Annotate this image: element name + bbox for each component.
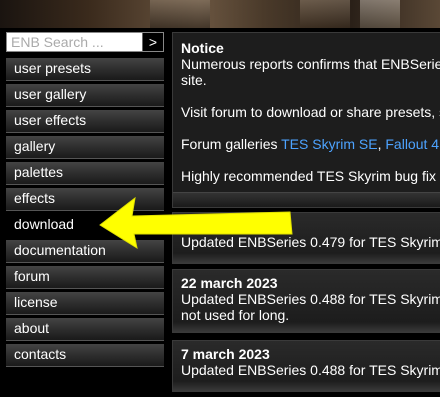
notice-title: Notice — [181, 40, 224, 56]
news-text: Updated ENBSeries 0.488 for TES Skyrim — [181, 362, 440, 378]
nav-item-documentation[interactable]: documentation — [6, 240, 164, 263]
news-text: Updated ENBSeries 0.488 for TES Skyrim — [181, 291, 440, 307]
news-item: 7 march 2023 Updated ENBSeries 0.488 for… — [172, 340, 440, 392]
nav-item-about[interactable]: about — [6, 318, 164, 341]
news-item: 22 march 2023 Updated ENBSeries 0.488 fo… — [172, 269, 440, 333]
nav-item-download[interactable]: download — [6, 214, 164, 237]
news-date: 22 march 2023 — [181, 275, 278, 291]
notice-text: Forum galleries — [181, 136, 282, 152]
notice-text: site. — [181, 72, 207, 88]
news-text: not used for long. — [181, 307, 290, 323]
notice-divider — [173, 192, 440, 207]
search-box: > — [6, 32, 164, 52]
notice-text: Highly recommended TES Skyrim bug fix e — [181, 168, 440, 184]
news-item: 26 march 2023 Updated ENBSeries 0.479 fo… — [172, 212, 440, 264]
link-fallout-4[interactable]: Fallout 4 — [385, 136, 439, 152]
news-date: 26 march 2023 — [181, 218, 278, 234]
link-tes-skyrim-se[interactable]: TES Skyrim SE — [281, 136, 377, 152]
nav-item-palettes[interactable]: palettes — [6, 162, 164, 185]
sidebar: > user presets user gallery user effects… — [0, 28, 170, 397]
search-button[interactable]: > — [142, 33, 163, 51]
banner-art — [150, 0, 210, 28]
main-nav: user presets user gallery user effects g… — [6, 58, 164, 370]
notice-forum-line: Forum galleries TES Skyrim SE, Fallout 4… — [181, 136, 440, 152]
nav-item-user-effects[interactable]: user effects — [6, 110, 164, 133]
nav-item-forum[interactable]: forum — [6, 266, 164, 289]
notice-text: Visit forum to download or share presets… — [181, 104, 440, 120]
main-content: Notice Numerous reports confirms that EN… — [170, 28, 440, 397]
news-date: 7 march 2023 — [181, 346, 270, 362]
nav-item-effects[interactable]: effects — [6, 188, 164, 211]
banner-art — [300, 0, 350, 28]
nav-item-contacts[interactable]: contacts — [6, 344, 164, 367]
nav-item-license[interactable]: license — [6, 292, 164, 315]
notice-panel: Notice Numerous reports confirms that EN… — [172, 32, 440, 208]
site-banner — [0, 0, 440, 28]
notice-text: Numerous reports confirms that ENBSeries — [181, 56, 440, 72]
news-text: Updated ENBSeries 0.479 for TES Skyrim — [181, 234, 440, 250]
search-input[interactable] — [7, 33, 146, 51]
nav-item-user-presets[interactable]: user presets — [6, 58, 164, 81]
nav-item-gallery[interactable]: gallery — [6, 136, 164, 159]
banner-art — [360, 0, 400, 28]
nav-item-user-gallery[interactable]: user gallery — [6, 84, 164, 107]
